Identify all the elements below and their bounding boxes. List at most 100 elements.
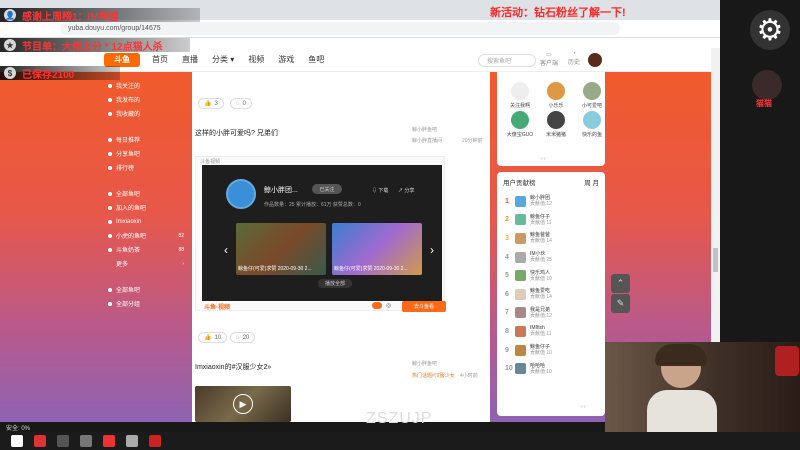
open-douyu-button[interactable]: 去斗鱼看: [402, 301, 446, 312]
play-icon[interactable]: ▶: [233, 394, 253, 414]
sidebar-item-published[interactable]: 我发布的: [108, 94, 184, 105]
windows-start-icon[interactable]: [11, 435, 23, 447]
avatar[interactable]: [583, 82, 601, 100]
app-icon[interactable]: [80, 435, 92, 447]
avatar[interactable]: [511, 82, 529, 100]
sidebar-item-recommend[interactable]: 每日推荐: [108, 134, 184, 145]
rank-number: 10: [505, 365, 513, 373]
post-room[interactable]: 鲸小胖直播间: [412, 137, 442, 144]
sidebar-item-share[interactable]: 分享鱼吧: [108, 148, 184, 159]
sidebar-sub-item[interactable]: 小虎的鱼吧 82: [108, 230, 184, 241]
play-all-button[interactable]: 播放全部: [318, 279, 352, 288]
pager-arrows[interactable]: ‹ ›: [541, 156, 546, 162]
like-button[interactable]: 👍 10: [198, 332, 228, 343]
post-title[interactable]: 这样的小胖可爱吗? 兄弟们: [195, 128, 278, 138]
like-button[interactable]: 👍 3: [198, 98, 224, 109]
follow-button[interactable]: 已关注: [312, 184, 342, 194]
avatar[interactable]: [515, 307, 526, 319]
embed-channel-name[interactable]: 鲸小胖团...: [264, 185, 298, 195]
avatar[interactable]: [547, 111, 565, 129]
avatar[interactable]: [515, 251, 526, 263]
avatar[interactable]: [583, 111, 601, 129]
avatar[interactable]: [588, 53, 602, 67]
sidebar-sub-item[interactable]: Imxiaoxin: [108, 216, 184, 227]
avatar[interactable]: [515, 344, 526, 356]
post-title[interactable]: Imxiaoxin的#汉服少女2»: [195, 362, 271, 372]
rank-row[interactable]: 8 IMIfish 贡献值 11: [497, 322, 605, 341]
client-button[interactable]: ▭ 客户端: [540, 51, 558, 67]
nav-video[interactable]: 视频: [248, 54, 264, 65]
edit-button[interactable]: ✎: [611, 294, 630, 313]
sidebar-item-favorites[interactable]: 我收藏的: [108, 108, 184, 119]
settings-icon[interactable]: ◎: [386, 302, 391, 309]
chrome-icon[interactable]: [126, 435, 138, 447]
video-thumbnail[interactable]: ▶: [195, 386, 291, 422]
share-button[interactable]: ↗ 分享: [398, 187, 414, 194]
rank-row[interactable]: 3 鲸鱼爸爸 贡献值 14: [497, 229, 605, 248]
avatar[interactable]: [515, 363, 526, 375]
post-group[interactable]: 鲸小胖鱼吧: [412, 360, 437, 367]
sidebar-item-all-sections[interactable]: 全部分组: [108, 298, 184, 309]
user-tile[interactable]: 大傻宝GUO: [503, 111, 537, 138]
nav-home[interactable]: 首页: [152, 54, 168, 65]
avatar[interactable]: [515, 288, 526, 300]
post-group[interactable]: 鲸小胖鱼吧: [412, 126, 437, 133]
rank-row[interactable]: 1 鲸小胖团 贡献值 12: [497, 192, 605, 211]
avatar[interactable]: [515, 214, 526, 226]
site-logo[interactable]: 斗鱼: [104, 52, 140, 67]
pager-arrows[interactable]: ‹ ›: [581, 404, 586, 410]
sidebar-item-joined[interactable]: 加入的鱼吧: [108, 202, 184, 213]
user-tile[interactable]: 快乐的鱼: [575, 111, 609, 138]
rank-row[interactable]: 2 鲸鱼仔子 贡献值 11: [497, 211, 605, 230]
sidebar-item-following[interactable]: 我关注的: [108, 80, 184, 91]
dot-icon: [108, 137, 112, 142]
app-icon[interactable]: [103, 435, 115, 447]
nav-category[interactable]: 分类 ▾: [212, 54, 234, 65]
sidebar-sub-item[interactable]: 斗鱼奶茶 88: [108, 244, 184, 255]
overlay-bar: 👤 感谢上周榜1：IM希望: [0, 8, 200, 23]
avatar[interactable]: [226, 179, 256, 209]
sidebar-item-ranking[interactable]: 排行榜: [108, 162, 184, 173]
post-topic[interactable]: 热门话题#汉服少女: [412, 372, 455, 379]
history-button[interactable]: ◔ 历史: [568, 51, 580, 67]
rank-row[interactable]: 4 IM小伙 贡献值 25: [497, 248, 605, 267]
video-embed: 斗鱼视频 鲸小胖团... 已关注 作品数量：25 累计播放：61万 获赞总数：0…: [195, 156, 446, 312]
rank-row[interactable]: 6 鲸鱼爱吃 贡献值 14: [497, 285, 605, 304]
app-icon[interactable]: [57, 435, 69, 447]
nav-games[interactable]: 游戏: [278, 54, 294, 65]
nav-live[interactable]: 直播: [182, 54, 198, 65]
nav-yuba[interactable]: 鱼吧: [308, 54, 324, 65]
avatar[interactable]: [511, 111, 529, 129]
overlay-text: 节目单：大佬上分 * 12点猫人杀: [22, 41, 163, 53]
app-icon[interactable]: [149, 435, 161, 447]
app-icon[interactable]: [34, 435, 46, 447]
avatar[interactable]: [515, 270, 526, 282]
sidebar-item-all[interactable]: 全部鱼吧: [108, 188, 184, 199]
rank-row[interactable]: 9 鲸鱼仔子 贡献值 10: [497, 341, 605, 360]
avatar[interactable]: [515, 325, 526, 337]
sidebar-count: 82: [178, 232, 184, 239]
rank-tabs[interactable]: 周 月: [584, 177, 599, 187]
scrollbar-thumb[interactable]: [713, 248, 718, 272]
avatar[interactable]: [547, 82, 565, 100]
comment-button[interactable]: ◌ 0: [230, 98, 252, 109]
scroll-top-button[interactable]: ⌃: [611, 274, 630, 293]
download-button[interactable]: ⇩ 下载: [372, 187, 388, 194]
user-tile[interactable]: 关注我啊: [503, 82, 537, 109]
user-tile[interactable]: 小乐乐: [539, 82, 573, 109]
url-input[interactable]: yuba.douyu.com/group/14675: [60, 22, 620, 35]
rank-row[interactable]: 7 我是兄弟 贡献值 12: [497, 304, 605, 323]
rank-row[interactable]: 5 快乐鸡人 贡献值 10: [497, 266, 605, 285]
avatar[interactable]: [515, 232, 526, 244]
search-input[interactable]: 搜索鱼吧: [478, 54, 536, 67]
sidebar-item-all-groups[interactable]: 全部鱼吧: [108, 284, 184, 295]
user-tile[interactable]: 小可爱吧: [575, 82, 609, 109]
next-arrow-icon[interactable]: ›: [430, 243, 434, 257]
rank-row[interactable]: 10 哈哈哈 贡献值 10: [497, 359, 605, 378]
sidebar-more[interactable]: 更多 ›: [108, 258, 184, 269]
comment-button[interactable]: ◌ 20: [230, 332, 256, 343]
toggle-switch[interactable]: [372, 302, 382, 309]
avatar[interactable]: [515, 195, 526, 207]
prev-arrow-icon[interactable]: ‹: [224, 243, 228, 257]
user-tile[interactable]: 米米猪猪: [539, 111, 573, 138]
